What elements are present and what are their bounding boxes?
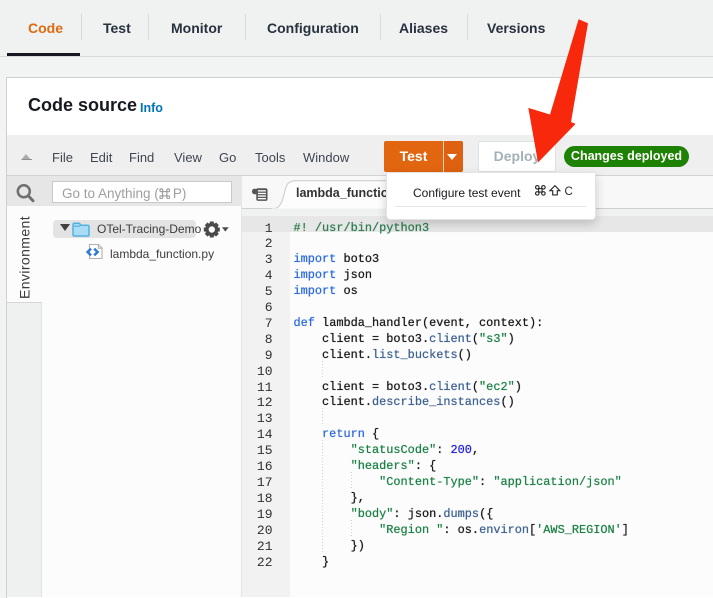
svg-text:C: C: [564, 185, 572, 196]
